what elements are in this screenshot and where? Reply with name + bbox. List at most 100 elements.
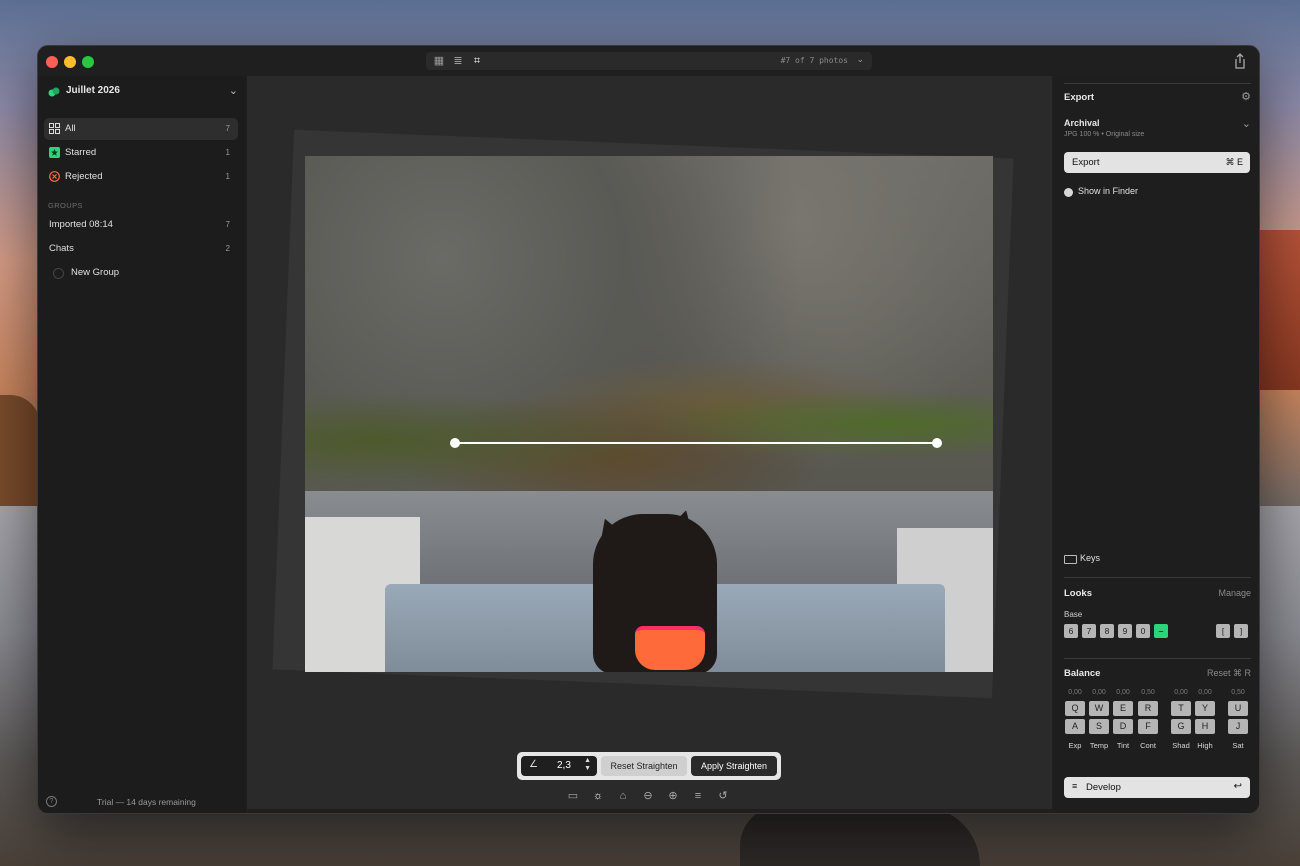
- look-key-8[interactable]: 8: [1100, 624, 1114, 638]
- sidebar-item-label: Imported 08:14: [49, 219, 113, 230]
- export-button-label: Export: [1072, 157, 1100, 168]
- wallpaper-hill: [0, 395, 40, 515]
- keys-label: Keys: [1080, 553, 1101, 563]
- angle-value[interactable]: 2,3: [557, 760, 571, 771]
- crop-icon[interactable]: ⌗: [470, 54, 484, 68]
- grid-icon[interactable]: ▦: [432, 54, 446, 68]
- look-key-0[interactable]: 0: [1136, 624, 1150, 638]
- balance-key-d[interactable]: D: [1113, 719, 1133, 734]
- angle-stepper[interactable]: ∠ 2,3 ▲ ▼: [521, 756, 597, 776]
- sidebar-item-label: Starred: [65, 147, 97, 158]
- sat-value: 0,50: [1231, 689, 1245, 696]
- sidebar-item-count: 1: [225, 172, 230, 181]
- minimize-window-button[interactable]: [64, 56, 76, 68]
- sidebar-item-label: New Group: [71, 267, 120, 278]
- star-icon: [49, 147, 60, 158]
- balance-key-h[interactable]: H: [1195, 719, 1215, 734]
- photo-weeds: [305, 341, 993, 507]
- angle-icon: ∠: [529, 759, 538, 770]
- close-window-button[interactable]: [46, 56, 58, 68]
- look-key-active[interactable]: –: [1154, 624, 1168, 638]
- photo-preview[interactable]: [305, 156, 993, 672]
- tint-label: Tint: [1116, 741, 1130, 750]
- sidebar-item-label: All: [65, 123, 76, 134]
- temp-value: 0,00: [1092, 689, 1106, 696]
- look-key-7[interactable]: 7: [1082, 624, 1096, 638]
- exp-value: 0,00: [1068, 689, 1082, 696]
- apply-straighten-button[interactable]: Apply Straighten: [691, 756, 777, 776]
- sidebar-item-count: 1: [225, 148, 230, 157]
- high-label: High: [1197, 741, 1213, 750]
- straighten-guide-line[interactable]: [455, 442, 937, 444]
- look-key-9[interactable]: 9: [1118, 624, 1132, 638]
- sidebar-item-rejected[interactable]: Rejected 1: [44, 166, 238, 188]
- wallpaper-rock: [740, 806, 980, 866]
- guide-handle-right[interactable]: [932, 438, 942, 448]
- divider: [1064, 577, 1251, 578]
- rotate-icon[interactable]: ↺: [715, 788, 731, 804]
- balance-title: Balance: [1064, 668, 1101, 679]
- shad-value: 0,00: [1174, 689, 1188, 696]
- library-selector[interactable]: Juillet 2026 ⌄: [48, 82, 238, 106]
- chevron-down-icon[interactable]: ⌄: [229, 84, 238, 97]
- sidebar: Juillet 2026 ⌄ All 7 Starred 1 Rejected …: [38, 76, 246, 813]
- balance-key-s[interactable]: S: [1089, 719, 1109, 734]
- perspective-v-icon[interactable]: ⌂: [615, 788, 631, 804]
- chevron-down-icon[interactable]: ⌄: [856, 54, 864, 65]
- balance-key-t[interactable]: T: [1171, 701, 1191, 716]
- grid-tool-icon[interactable]: ⊕: [665, 788, 681, 804]
- balance-key-f[interactable]: F: [1138, 719, 1158, 734]
- sidebar-item-imported[interactable]: Imported 08:14 7: [44, 214, 238, 236]
- trial-status: Trial — 14 days remaining: [97, 797, 196, 807]
- gear-icon[interactable]: ⚙: [1241, 90, 1251, 103]
- straighten-tool-icon[interactable]: ☼: [590, 788, 606, 804]
- titlebar: ▦ ≣ ⌗ #7 of 7 photos ⌄: [38, 46, 1259, 76]
- reject-icon: [49, 171, 60, 182]
- perspective-h-icon[interactable]: ⊖: [640, 788, 656, 804]
- balance-key-g[interactable]: G: [1171, 719, 1191, 734]
- cont-value: 0,50: [1141, 689, 1155, 696]
- sidebar-item-starred[interactable]: Starred 1: [44, 142, 238, 164]
- balance-key-a[interactable]: A: [1065, 719, 1085, 734]
- look-key-6[interactable]: 6: [1064, 624, 1078, 638]
- sidebar-item-all[interactable]: All 7: [44, 118, 238, 140]
- adjust-icon[interactable]: ≣: [451, 54, 465, 68]
- photo-counter[interactable]: #7 of 7 photos: [781, 55, 848, 67]
- reset-straighten-button[interactable]: Reset Straighten: [601, 756, 687, 776]
- balance-reset-button[interactable]: Reset ⌘ R: [1207, 668, 1251, 679]
- right-panel: Export ⚙ Archival ⌄ JPG 100 % • Original…: [1054, 76, 1259, 813]
- sidebar-item-label: Chats: [49, 243, 74, 254]
- stepper-arrows-icon[interactable]: ▲ ▼: [584, 757, 591, 773]
- balance-key-j[interactable]: J: [1228, 719, 1248, 734]
- sidebar-item-chats[interactable]: Chats 2: [44, 238, 238, 260]
- develop-button[interactable]: ≡ Develop ↩: [1064, 777, 1250, 798]
- chevron-down-icon[interactable]: ⌄: [1242, 117, 1251, 130]
- balance-key-r[interactable]: R: [1138, 701, 1158, 716]
- crop-tool-icon[interactable]: ▭: [565, 788, 581, 804]
- balance-key-q[interactable]: Q: [1065, 701, 1085, 716]
- balance-key-e[interactable]: E: [1113, 701, 1133, 716]
- look-prev-key[interactable]: [: [1216, 624, 1230, 638]
- share-icon[interactable]: [1231, 52, 1249, 70]
- guide-handle-left[interactable]: [450, 438, 460, 448]
- add-group-icon: [53, 268, 64, 279]
- export-button[interactable]: Export ⌘ E: [1064, 152, 1250, 173]
- look-next-key[interactable]: ]: [1234, 624, 1248, 638]
- looks-title: Looks: [1064, 588, 1092, 599]
- help-icon[interactable]: ?: [46, 796, 57, 807]
- zoom-window-button[interactable]: [82, 56, 94, 68]
- sidebar-item-new-group[interactable]: New Group: [44, 262, 238, 284]
- crop-tools: ▭ ☼ ⌂ ⊖ ⊕ ≡ ↺: [565, 788, 735, 804]
- finder-icon: [1064, 188, 1073, 197]
- balance-key-y[interactable]: Y: [1195, 701, 1215, 716]
- manage-looks-button[interactable]: Manage: [1218, 588, 1251, 598]
- library-title: Juillet 2026: [66, 85, 120, 96]
- preset-title[interactable]: Archival: [1064, 118, 1100, 128]
- show-in-finder-label: Show in Finder: [1078, 186, 1139, 196]
- app-window: ▦ ≣ ⌗ #7 of 7 photos ⌄ Juillet 2026 ⌄ Al…: [37, 45, 1260, 814]
- balance-key-w[interactable]: W: [1089, 701, 1109, 716]
- adjust-tool-icon[interactable]: ≡: [690, 788, 706, 804]
- photo-cat-harness: [635, 626, 705, 670]
- sidebar-item-count: 2: [225, 244, 230, 253]
- balance-key-u[interactable]: U: [1228, 701, 1248, 716]
